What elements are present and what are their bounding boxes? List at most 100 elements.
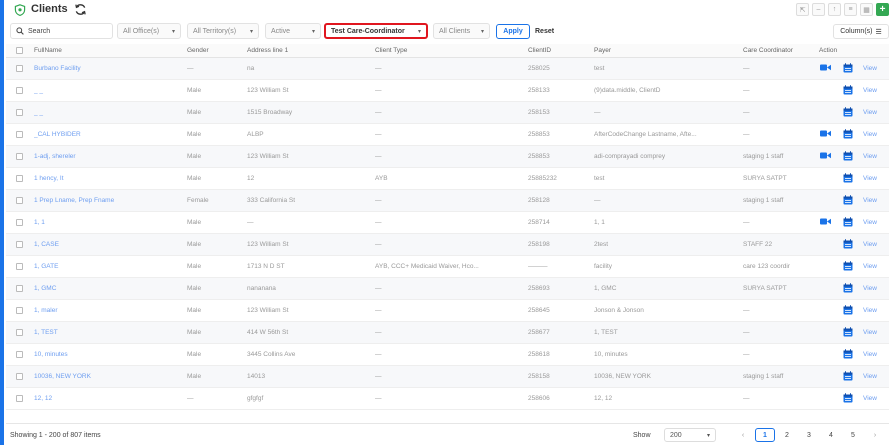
calendar-icon[interactable] (843, 239, 853, 249)
view-link[interactable]: View (863, 241, 877, 248)
status-filter[interactable]: Active ▾ (265, 23, 321, 39)
video-call-icon[interactable] (820, 63, 831, 72)
page-4-button[interactable]: 4 (820, 428, 842, 442)
row-checkbox[interactable] (16, 344, 26, 365)
view-link[interactable]: View (863, 219, 877, 226)
calendar-icon[interactable] (843, 349, 853, 359)
client-name-link[interactable]: 1, CASE (34, 234, 184, 255)
calendar-icon[interactable] (843, 151, 853, 161)
video-call-icon[interactable] (820, 129, 831, 138)
calendar-icon[interactable] (843, 283, 853, 293)
client-name-link[interactable]: _ _ (34, 102, 184, 123)
row-checkbox[interactable] (16, 234, 26, 255)
view-link[interactable]: View (863, 65, 877, 72)
column-header-client-id[interactable]: ClientID (528, 44, 594, 57)
page-2-button[interactable]: 2 (776, 428, 798, 442)
row-checkbox[interactable] (16, 190, 26, 211)
row-checkbox[interactable] (16, 256, 26, 277)
add-icon[interactable]: + (876, 3, 889, 16)
row-checkbox[interactable] (16, 278, 26, 299)
column-header-fullname[interactable]: FullName (34, 44, 184, 57)
client-name-link[interactable]: _ _ (34, 80, 184, 101)
client-name-link[interactable]: 1 Prep Lname, Prep Fname (34, 190, 184, 211)
calendar-icon[interactable] (843, 195, 853, 205)
column-header-address[interactable]: Address line 1 (247, 44, 375, 57)
view-link[interactable]: View (863, 87, 877, 94)
calendar-icon[interactable] (843, 63, 853, 73)
row-checkbox[interactable] (16, 80, 26, 101)
page-3-button[interactable]: 3 (798, 428, 820, 442)
calendar-icon[interactable] (843, 85, 853, 95)
client-name-link[interactable]: 1-adj, shereler (34, 146, 184, 167)
row-checkbox[interactable] (16, 146, 26, 167)
row-checkbox[interactable] (16, 300, 26, 321)
calendar-icon[interactable] (843, 129, 853, 139)
apply-button[interactable]: Apply (496, 24, 530, 39)
clients-filter[interactable]: All Clients ▾ (433, 23, 490, 39)
page-5-button[interactable]: 5 (842, 428, 864, 442)
calendar-icon[interactable] (843, 393, 853, 403)
minimize-icon[interactable]: – (812, 3, 825, 16)
view-link[interactable]: View (863, 131, 877, 138)
view-link[interactable]: View (863, 329, 877, 336)
office-filter[interactable]: All Office(s) ▾ (117, 23, 181, 39)
view-link[interactable]: View (863, 109, 877, 116)
calendar-icon[interactable] (843, 327, 853, 337)
row-checkbox[interactable] (16, 102, 26, 123)
care-coordinator-filter[interactable]: Test Care-Coordinator ▾ (324, 23, 428, 39)
select-all-checkbox[interactable] (16, 44, 26, 57)
search-input[interactable]: Search (10, 23, 113, 39)
view-link[interactable]: View (863, 395, 877, 402)
columns-button[interactable]: Column(s) ☰ (833, 24, 889, 39)
calendar-icon[interactable] (843, 305, 853, 315)
client-name-link[interactable]: 1, maler (34, 300, 184, 321)
row-checkbox[interactable] (16, 124, 26, 145)
client-name-link[interactable]: 12, 12 (34, 388, 184, 409)
view-link[interactable]: View (863, 175, 877, 182)
view-link[interactable]: View (863, 285, 877, 292)
video-call-icon[interactable] (820, 217, 831, 226)
view-link[interactable]: View (863, 263, 877, 270)
video-call-icon[interactable] (820, 151, 831, 160)
view-link[interactable]: View (863, 351, 877, 358)
client-name-link[interactable]: _CAL HYBIDER (34, 124, 184, 145)
calendar-icon[interactable] (843, 371, 853, 381)
client-name-link[interactable]: 1, GATE (34, 256, 184, 277)
next-page-button[interactable]: › (864, 428, 886, 442)
client-name-link[interactable]: 10036, NEW YORK (34, 366, 184, 387)
client-name-link[interactable]: 1, 1 (34, 212, 184, 233)
grid-icon[interactable]: ▦ (860, 3, 873, 16)
prev-page-button[interactable]: ‹ (732, 428, 754, 442)
view-link[interactable]: View (863, 373, 877, 380)
row-checkbox[interactable] (16, 322, 26, 343)
per-page-select[interactable]: 200 ▾ (664, 428, 716, 442)
client-name-link[interactable]: 1, TEST (34, 322, 184, 343)
column-header-gender[interactable]: Gender (187, 44, 247, 57)
row-checkbox[interactable] (16, 388, 26, 409)
row-checkbox[interactable] (16, 366, 26, 387)
client-name-link[interactable]: 10, minutes (34, 344, 184, 365)
column-header-client-type[interactable]: Client Type (375, 44, 525, 57)
reset-button[interactable]: Reset (535, 28, 554, 35)
column-header-care-coordinator[interactable]: Care Coordinator (743, 44, 819, 57)
view-link[interactable]: View (863, 197, 877, 204)
upload-icon[interactable]: ↑ (828, 3, 841, 16)
calendar-icon[interactable] (843, 217, 853, 227)
client-name-link[interactable]: 1 hency, It (34, 168, 184, 189)
row-checkbox[interactable] (16, 58, 26, 79)
list-icon[interactable]: ≡ (844, 3, 857, 16)
page-1-button[interactable]: 1 (755, 428, 775, 442)
refresh-icon[interactable] (74, 3, 87, 16)
collapse-icon[interactable]: ⇱ (796, 3, 809, 16)
calendar-icon[interactable] (843, 261, 853, 271)
row-checkbox[interactable] (16, 168, 26, 189)
client-name-link[interactable]: 1, GMC (34, 278, 184, 299)
client-name-link[interactable]: Burbano Facility (34, 58, 184, 79)
calendar-icon[interactable] (843, 173, 853, 183)
territory-filter[interactable]: All Territory(s) ▾ (187, 23, 259, 39)
view-link[interactable]: View (863, 153, 877, 160)
row-checkbox[interactable] (16, 212, 26, 233)
view-link[interactable]: View (863, 307, 877, 314)
calendar-icon[interactable] (843, 107, 853, 117)
column-header-payer[interactable]: Payer (594, 44, 744, 57)
